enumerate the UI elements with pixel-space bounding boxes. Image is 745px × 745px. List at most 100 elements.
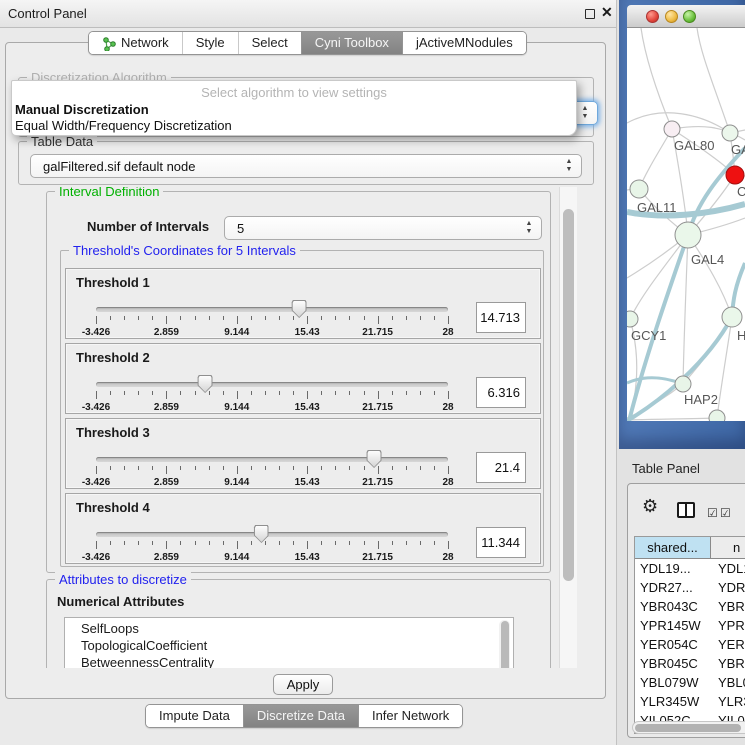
column-header-shared-name[interactable]: shared... [635, 537, 711, 558]
table-row[interactable]: YLR345WYLR3 [635, 692, 745, 711]
tick-mark [166, 391, 167, 399]
tick-mark [406, 391, 407, 395]
tick-mark [307, 391, 308, 399]
algorithm-option[interactable]: Equal Width/Frequency Discretization [15, 118, 232, 133]
network-node-label: GAL4 [691, 252, 724, 267]
minimize-traffic-light-icon[interactable] [665, 10, 678, 23]
table-row[interactable]: YPR145WYPR1 [635, 616, 745, 635]
network-node[interactable] [664, 121, 680, 137]
table-row[interactable]: YBR043CYBR0 [635, 597, 745, 616]
column-header-name[interactable]: n [711, 537, 745, 558]
threshold-value-field[interactable]: 6.316 [476, 377, 526, 408]
tab-cyni-toolbox[interactable]: Cyni Toolbox [301, 32, 402, 54]
bottom-tab-impute-data[interactable]: Impute Data [146, 705, 243, 727]
network-node[interactable] [675, 222, 701, 248]
algorithm-option[interactable]: Manual Discretization [15, 102, 149, 117]
network-node-label: C [737, 184, 745, 199]
threshold-value-field[interactable]: 21.4 [476, 452, 526, 483]
bottom-tab-infer-network[interactable]: Infer Network [358, 705, 462, 727]
interval-definition-title: Interval Definition [55, 187, 163, 199]
threshold-value-field[interactable]: 14.713 [476, 302, 526, 333]
attribute-item[interactable]: SelfLoops [65, 620, 513, 637]
gear-icon[interactable]: ⚙ [642, 496, 658, 517]
tick-mark [349, 541, 350, 545]
combo-stepper-icon[interactable]: ▲▼ [564, 158, 574, 174]
tick-mark [138, 466, 139, 470]
table-row[interactable]: YDL19...YDL1 [635, 559, 745, 578]
tab-style[interactable]: Style [182, 32, 238, 54]
table-hscrollbar-thumb[interactable] [635, 724, 741, 732]
cell-shared-name: YBR043C [635, 597, 711, 616]
threshold-value-field[interactable]: 11.344 [476, 527, 526, 558]
network-edge [639, 129, 672, 189]
network-node-label: GCY1 [631, 328, 666, 343]
network-edge [630, 235, 688, 319]
table-row[interactable]: YER054CYER0 [635, 635, 745, 654]
tick-mark [223, 316, 224, 320]
tick-mark [265, 541, 266, 545]
attribute-item[interactable]: BetweennessCentrality [65, 654, 513, 668]
window-title: Control Panel [8, 6, 87, 21]
table-row[interactable]: YDR27...YDR2 [635, 578, 745, 597]
tick-mark [265, 391, 266, 395]
num-intervals-combobox[interactable]: 5 ▲▼ [224, 216, 542, 240]
threshold-slider[interactable] [96, 532, 448, 537]
cell-name: YBL0 [711, 673, 745, 692]
attributes-scrollbar[interactable] [499, 620, 510, 668]
close-icon[interactable]: ✕ [601, 4, 613, 21]
numerical-attributes-list[interactable]: SelfLoopsTopologicalCoefficientBetweenne… [64, 617, 514, 668]
network-node[interactable] [675, 376, 691, 392]
threshold-slider[interactable] [96, 382, 448, 387]
table-row[interactable]: YBR045CYBR0 [635, 654, 745, 673]
tick-mark [124, 541, 125, 545]
tab-jactivemnodules[interactable]: jActiveMNodules [402, 32, 526, 54]
close-traffic-light-icon[interactable] [646, 10, 659, 23]
attribute-item[interactable]: TopologicalCoefficient [65, 637, 513, 654]
checkbox-icon[interactable]: ☑ [707, 506, 718, 520]
tick-mark [321, 316, 322, 320]
tick-mark [96, 316, 97, 324]
zoom-traffic-light-icon[interactable] [683, 10, 696, 23]
tick-mark [152, 391, 153, 395]
bottom-tab-bar: Impute Data Discretize DataInfer Network [145, 704, 463, 728]
cell-shared-name: YLR345W [635, 692, 711, 711]
columns-icon[interactable] [677, 502, 695, 518]
network-node[interactable] [709, 410, 725, 421]
network-node[interactable] [627, 311, 638, 327]
tick-mark [392, 316, 393, 320]
bottom-tab-label: Impute Data [159, 705, 230, 727]
table-data-combobox[interactable]: galFiltered.sif default node ▲▼ [30, 154, 582, 178]
tick-label: 21.715 [362, 477, 393, 488]
network-node-label: H [737, 328, 745, 343]
tick-mark [349, 391, 350, 395]
cell-shared-name: YBR045C [635, 654, 711, 673]
network-canvas[interactable]: GAL80GACGAL11GAL4GCY1HHAP2 [627, 28, 745, 421]
bottom-tab-discretize-data[interactable]: Discretize Data [243, 705, 358, 727]
threshold-slider[interactable] [96, 307, 448, 312]
tick-mark [378, 541, 379, 549]
tab-network[interactable]: Network [89, 32, 182, 54]
tab-select[interactable]: Select [238, 32, 301, 54]
content-scrollbar[interactable] [559, 187, 577, 668]
apply-button[interactable]: Apply [273, 674, 333, 695]
content-scrollbar-thumb[interactable] [563, 209, 574, 581]
float-icon[interactable] [585, 9, 595, 19]
combo-stepper-icon[interactable]: ▲▼ [580, 105, 590, 121]
network-node[interactable] [722, 125, 738, 141]
table-panel-window: ⚙ ☑ ☑ shared...n YDL19...YDL1YDR27...YDR… [627, 483, 745, 738]
checkbox-icon[interactable]: ☑ [720, 506, 731, 520]
tick-mark [279, 316, 280, 320]
network-node[interactable] [726, 166, 744, 184]
threshold-slider[interactable] [96, 457, 448, 462]
table-hscrollbar[interactable] [632, 721, 745, 734]
network-node[interactable] [630, 180, 648, 198]
tick-mark [209, 541, 210, 545]
network-titlebar[interactable] [627, 5, 745, 28]
tick-mark [195, 466, 196, 470]
attributes-scrollbar-thumb[interactable] [501, 621, 509, 668]
tick-mark [392, 391, 393, 395]
combo-stepper-icon[interactable]: ▲▼ [524, 220, 534, 236]
network-node[interactable] [722, 307, 742, 327]
tick-mark [237, 541, 238, 549]
table-row[interactable]: YBL079WYBL0 [635, 673, 745, 692]
